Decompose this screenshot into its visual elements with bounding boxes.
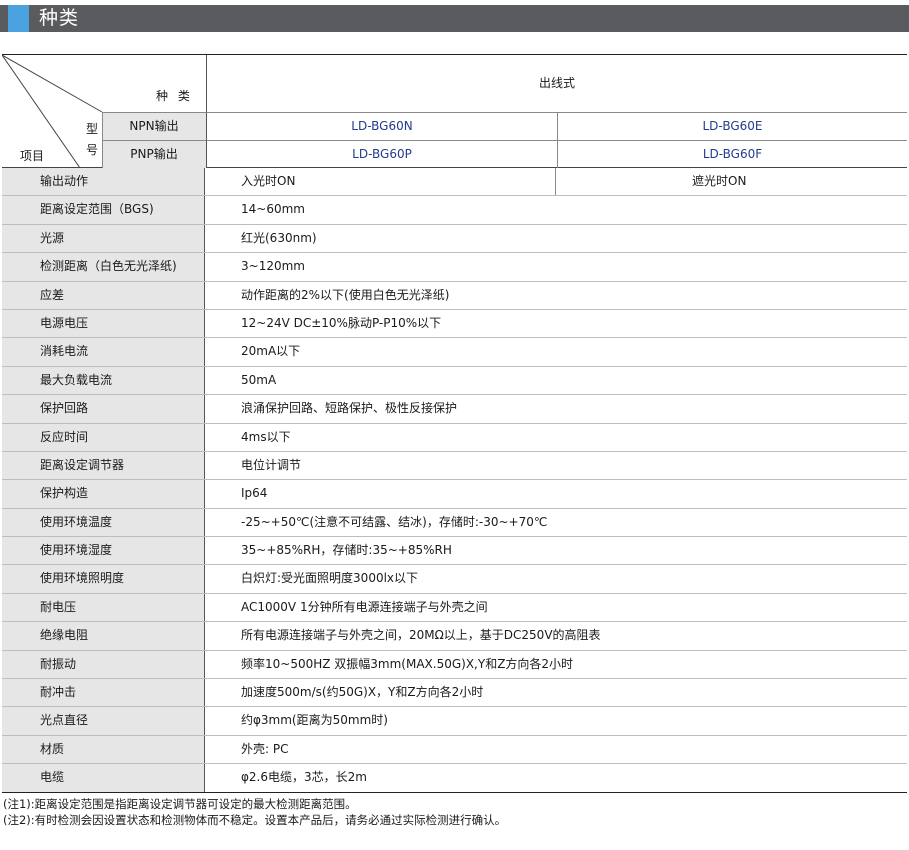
spec-row: 电源电压 12~24V DC±10%脉动P-P10%以下: [2, 309, 907, 339]
spec-label: 电源电压: [2, 309, 205, 338]
spec-row: 应差 动作距离的2%以下(使用白色无光泽纸): [2, 281, 907, 310]
spec-row: 绝缘电阻 所有电源连接端子与外壳之间，20MΩ以上，基于DC250V的高阻表: [2, 622, 907, 651]
spec-value: 20mA以下: [241, 344, 301, 359]
spec-value: 14~60mm: [241, 202, 305, 217]
spec-value: 白炽灯:受光面照明度3000lx以下: [241, 571, 419, 586]
spec-row: 光源 红光(630nm): [2, 224, 907, 254]
model-pnp-b: LD-BG60F: [557, 140, 907, 168]
kind-label: 种 类: [156, 89, 193, 103]
spec-value: -25~+50℃(注意不可结露、结冰)，存储时:-30~+70℃: [241, 514, 548, 529]
spec-value: 所有电源连接端子与外壳之间，20MΩ以上，基于DC250V的高阻表: [241, 628, 601, 643]
spec-label: 距离设定调节器: [2, 451, 205, 480]
spec-value: 4ms以下: [241, 429, 291, 444]
spec-value: 35~+85%RH，存储时:35~+85%RH: [241, 543, 452, 558]
spec-row: 保护构造 Ip64: [2, 480, 907, 509]
spec-row: 耐振动 频率10~500HZ 双振幅3mm(MAX.50G)X,Y和Z方向各2小时: [2, 650, 907, 680]
spec-label: 反应时间: [2, 423, 205, 451]
spec-value: AC1000V 1分钟所有电源连接端子与外壳之间: [241, 599, 488, 614]
section-title-bar: 种类: [0, 5, 909, 32]
item-label: 项目: [20, 149, 45, 163]
spec-label: 最大负载电流: [2, 366, 205, 395]
spec-value: 动作距离的2%以下(使用白色无光泽纸): [241, 287, 450, 302]
spec-row: 使用环境湿度 35~+85%RH，存储时:35~+85%RH: [2, 537, 907, 566]
section-title: 种类: [39, 7, 80, 29]
spec-label: 使用环境湿度: [2, 537, 205, 565]
spec-value: 浪涌保护回路、短路保护、极性反接保护: [241, 401, 458, 416]
spec-value: 频率10~500HZ 双振幅3mm(MAX.50G)X,Y和Z方向各2小时: [241, 656, 574, 671]
spec-row: 耐电压 AC1000V 1分钟所有电源连接端子与外壳之间: [2, 593, 907, 623]
footnotes: (注1):距离设定范围是指距离设定调节器可设定的最大检测距离范围。 (注2):有…: [3, 796, 506, 828]
spec-row: 距离设定调节器 电位计调节: [2, 451, 907, 481]
spec-row: 消耗电流 20mA以下: [2, 338, 907, 367]
spec-value-light-on: 入光时ON: [205, 168, 556, 196]
spec-label: 耐冲击: [2, 679, 205, 707]
spec-row: 耐冲击 加速度500m/s(约50G)X，Y和Z方向各2小时: [2, 679, 907, 708]
model-label-2: 号: [86, 143, 99, 157]
footnote-2: (注2):有时检测会因设置状态和检测物体而不稳定。设置本产品后，请务必通过实际检…: [3, 813, 507, 827]
spec-value: φ2.6电缆，3芯，长2m: [241, 770, 367, 785]
spec-label: 电缆: [2, 764, 205, 792]
spec-label: 保护构造: [2, 480, 205, 508]
spec-table-header: NPN输出 PNP输出 种 类 型 号 项目 出线式 LD-BG60N LD-B…: [2, 54, 907, 168]
model-npn-b: LD-BG60E: [557, 112, 907, 140]
spec-label: 耐电压: [2, 593, 205, 622]
spec-value: 加速度500m/s(约50G)X，Y和Z方向各2小时: [241, 685, 484, 700]
spec-value: 电位计调节: [241, 457, 302, 472]
spec-value: 红光(630nm): [241, 230, 317, 245]
pnp-output-label: PNP输出: [102, 140, 206, 168]
model-npn-a: LD-BG60N: [206, 112, 557, 140]
spec-value: 50mA: [241, 372, 277, 387]
spec-row: 距离设定范围（BGS) 14~60mm: [2, 196, 907, 225]
spec-row: 材质 外壳: PC: [2, 735, 907, 765]
spec-label: 输出动作: [2, 168, 205, 196]
npn-output-label: NPN输出: [102, 112, 206, 140]
spec-row: 使用环境温度 -25~+50℃(注意不可结露、结冰)，存储时:-30~+70℃: [2, 508, 907, 538]
spec-row: 保护回路 浪涌保护回路、短路保护、极性反接保护: [2, 395, 907, 424]
model-pnp-a: LD-BG60P: [206, 140, 557, 168]
output-type-header: 出线式: [206, 55, 907, 112]
spec-label: 应差: [2, 281, 205, 309]
spec-label: 使用环境温度: [2, 508, 205, 537]
spec-label: 绝缘电阻: [2, 622, 205, 650]
spec-label: 光源: [2, 224, 205, 253]
header-corner-cell: NPN输出 PNP输出 种 类 型 号 项目: [2, 55, 206, 168]
spec-label: 使用环境照明度: [2, 565, 205, 593]
spec-label: 检测距离（白色无光泽纸): [2, 253, 205, 281]
spec-value: Ip64: [241, 486, 268, 501]
title-accent-block: [8, 5, 29, 32]
spec-row-output-action: 输出动作 入光时ON 遮光时ON: [2, 168, 907, 197]
spec-row: 最大负载电流 50mA: [2, 366, 907, 396]
spec-label: 保护回路: [2, 395, 205, 423]
spec-label: 距离设定范围（BGS): [2, 196, 205, 224]
spec-value: 3~120mm: [241, 259, 305, 274]
spec-value-dark-on: 遮光时ON: [692, 174, 747, 188]
spec-label: 材质: [2, 735, 205, 764]
spec-label: 光点直径: [2, 707, 205, 735]
spec-row: 电缆 φ2.6电缆，3芯，长2m: [2, 764, 907, 793]
spec-label: 消耗电流: [2, 338, 205, 366]
spec-value: 外壳: PC: [241, 741, 289, 756]
spec-table: NPN输出 PNP输出 种 类 型 号 项目 出线式 LD-BG60N LD-B…: [2, 54, 907, 793]
footnote-1: (注1):距离设定范围是指距离设定调节器可设定的最大检测距离范围。: [3, 797, 357, 811]
model-label-1: 型: [86, 122, 99, 136]
spec-row: 检测距离（白色无光泽纸) 3~120mm: [2, 253, 907, 282]
spec-value: 12~24V DC±10%脉动P-P10%以下: [241, 315, 442, 330]
spec-row: 使用环境照明度 白炽灯:受光面照明度3000lx以下: [2, 565, 907, 594]
spec-row: 光点直径 约φ3mm(距离为50mm时): [2, 707, 907, 736]
spec-label: 耐振动: [2, 650, 205, 679]
spec-row: 反应时间 4ms以下: [2, 423, 907, 452]
spec-value: 约φ3mm(距离为50mm时): [241, 713, 388, 728]
